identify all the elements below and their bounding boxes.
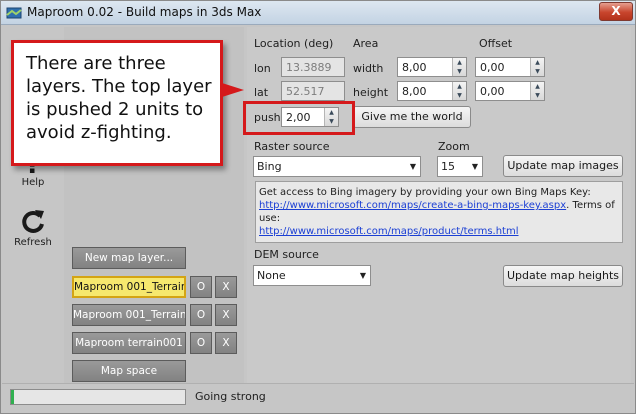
layer-button-1[interactable]: Maproom 001_Terrain <box>72 276 186 298</box>
height-spinner[interactable]: 8,00 ▲ ▼ <box>397 81 467 101</box>
height-spin-arrows[interactable]: ▲ ▼ <box>452 82 466 100</box>
raster-source-value: Bing <box>257 160 282 173</box>
offset-x-spinner[interactable]: 0,00 ▲ ▼ <box>475 57 545 77</box>
offset-x-value: 0,00 <box>480 61 505 74</box>
status-text: Going strong <box>195 390 266 403</box>
lat-value: 52.517 <box>286 85 325 98</box>
info-text: Get access to Bing imagery by providing … <box>259 187 591 198</box>
dem-source-value: None <box>257 269 286 282</box>
zoom-label: Zoom <box>438 140 470 153</box>
offset-heading: Offset <box>479 37 513 50</box>
refresh-label: Refresh <box>14 237 52 248</box>
chevron-down-icon: ▼ <box>359 271 366 280</box>
width-value: 8,00 <box>402 61 427 74</box>
window-title: Maproom 0.02 - Build maps in 3ds Max <box>27 5 262 19</box>
area-heading: Area <box>353 37 379 50</box>
update-map-images-button[interactable]: Update map images <box>503 155 623 177</box>
lat-spinner[interactable]: 52.517 <box>281 81 345 101</box>
raster-source-select[interactable]: Bing ▼ <box>253 156 421 177</box>
app-icon <box>6 7 22 19</box>
new-map-layer-button[interactable]: New map layer... <box>72 247 186 269</box>
offset-x-spin-arrows[interactable]: ▲ ▼ <box>530 58 544 76</box>
layer-1-delete-button[interactable]: X <box>215 276 237 298</box>
bing-key-link[interactable]: http://www.microsoft.com/maps/create-a-b… <box>259 200 566 211</box>
zoom-select[interactable]: 15 ▼ <box>437 156 483 177</box>
settings-panel: Location (deg) Area Offset lon 13.3889 w… <box>247 27 631 383</box>
layer-button-2[interactable]: Maproom 001_Terrain <box>72 304 186 326</box>
raster-source-label: Raster source <box>254 140 330 153</box>
give-me-the-world-button[interactable]: Give me the world <box>353 106 471 128</box>
location-heading: Location (deg) <box>254 37 334 50</box>
layer-3-open-button[interactable]: O <box>190 332 212 354</box>
maproom-window: Maproom 0.02 - Build maps in 3ds Max X ?… <box>0 0 636 414</box>
zoom-value: 15 <box>441 160 455 173</box>
offset-y-spin-arrows[interactable]: ▲ ▼ <box>530 82 544 100</box>
lon-value: 13.3889 <box>286 61 332 74</box>
chevron-down-icon: ▼ <box>409 162 416 171</box>
refresh-icon <box>22 210 44 233</box>
lat-label: lat <box>254 86 269 99</box>
progress-bar <box>10 389 186 405</box>
lon-spinner[interactable]: 13.3889 <box>281 57 345 77</box>
refresh-tool[interactable]: Refresh <box>10 207 56 248</box>
terms-link[interactable]: http://www.microsoft.com/maps/product/te… <box>259 226 519 237</box>
layer-button-3[interactable]: Maproom terrain001 <box>72 332 186 354</box>
progress-fill <box>11 390 14 404</box>
chevron-down-icon: ▼ <box>471 162 478 171</box>
layer-1-open-button[interactable]: O <box>190 276 212 298</box>
offset-y-value: 0,00 <box>480 85 505 98</box>
lon-label: lon <box>254 62 271 75</box>
callout-pointer <box>222 83 244 97</box>
dem-source-label: DEM source <box>254 248 319 261</box>
close-button[interactable]: X <box>599 2 633 21</box>
status-bar: Going strong <box>2 383 634 413</box>
update-map-heights-button[interactable]: Update map heights <box>503 265 623 287</box>
height-label: height <box>353 86 389 99</box>
map-space-button[interactable]: Map space <box>72 360 186 382</box>
layer-3-delete-button[interactable]: X <box>215 332 237 354</box>
width-spinner[interactable]: 8,00 ▲ ▼ <box>397 57 467 77</box>
callout-text: There are three layers. The top layer is… <box>26 53 212 143</box>
bing-info-box: Get access to Bing imagery by providing … <box>255 181 623 243</box>
height-value: 8,00 <box>402 85 427 98</box>
offset-y-spinner[interactable]: 0,00 ▲ ▼ <box>475 81 545 101</box>
width-label: width <box>353 62 384 75</box>
title-bar: Maproom 0.02 - Build maps in 3ds Max X <box>1 1 635 25</box>
help-label: Help <box>21 177 45 188</box>
annotation-callout: There are three layers. The top layer is… <box>11 40 223 166</box>
width-spin-arrows[interactable]: ▲ ▼ <box>452 58 466 76</box>
push-highlight-box <box>243 101 355 135</box>
layer-2-delete-button[interactable]: X <box>215 304 237 326</box>
layer-2-open-button[interactable]: O <box>190 304 212 326</box>
dem-source-select[interactable]: None ▼ <box>253 265 371 286</box>
